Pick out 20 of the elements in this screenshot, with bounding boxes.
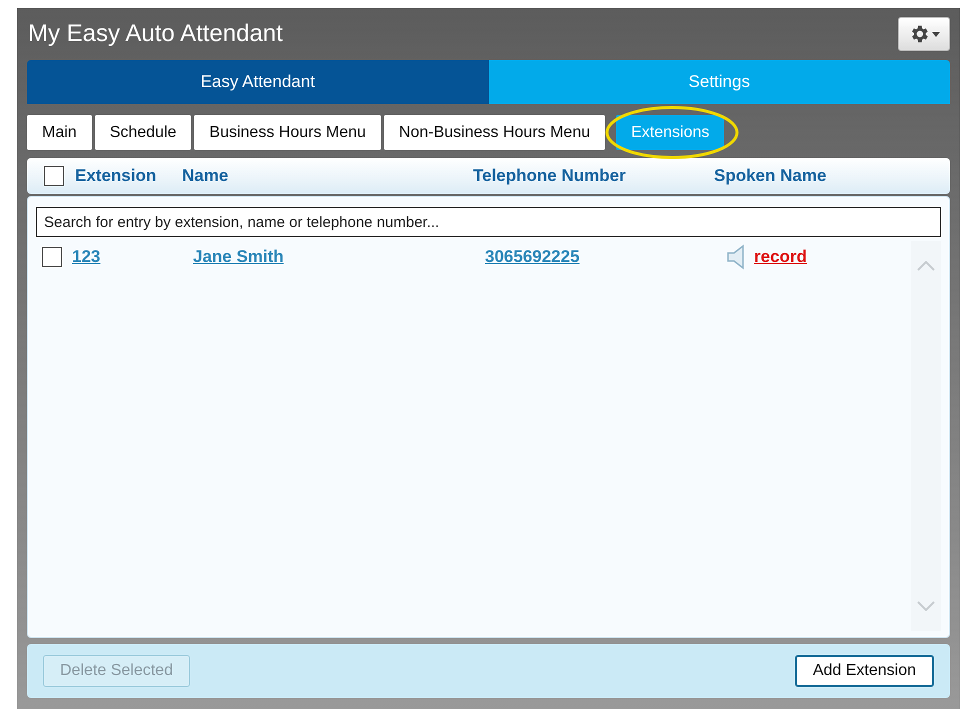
page-tab[interactable]: Main [27, 115, 92, 150]
add-extension-button[interactable]: Add Extension [794, 655, 934, 687]
extension-link[interactable]: 123 [72, 247, 100, 266]
search-field[interactable]: Search for entry by extension, name or telephone number... [36, 207, 941, 237]
select-all-checkbox[interactable] [44, 166, 64, 186]
section-tab[interactable]: Easy Attendant [27, 60, 488, 104]
telephone-column-header[interactable]: Telephone Number [473, 163, 714, 189]
spoken-name-column-header[interactable]: Spoken Name [714, 163, 914, 189]
extension-column-header[interactable]: Extension [75, 163, 182, 189]
row-checkbox[interactable] [42, 247, 62, 267]
page-tab[interactable]: Non-Business Hours Menu [384, 115, 606, 150]
caret-icon [932, 32, 940, 36]
telephone-link[interactable]: 3065692225 [485, 247, 580, 266]
record-link[interactable]: record [754, 244, 807, 270]
window-title: My Easy Auto Attendant [28, 19, 283, 49]
settings-menu-button[interactable] [898, 17, 950, 51]
page-tab[interactable]: Business Hours Menu [194, 115, 381, 150]
page-tab[interactable]: Schedule [94, 115, 192, 150]
name-link[interactable]: Jane Smith [193, 247, 284, 266]
name-column-header[interactable]: Name [182, 163, 473, 189]
